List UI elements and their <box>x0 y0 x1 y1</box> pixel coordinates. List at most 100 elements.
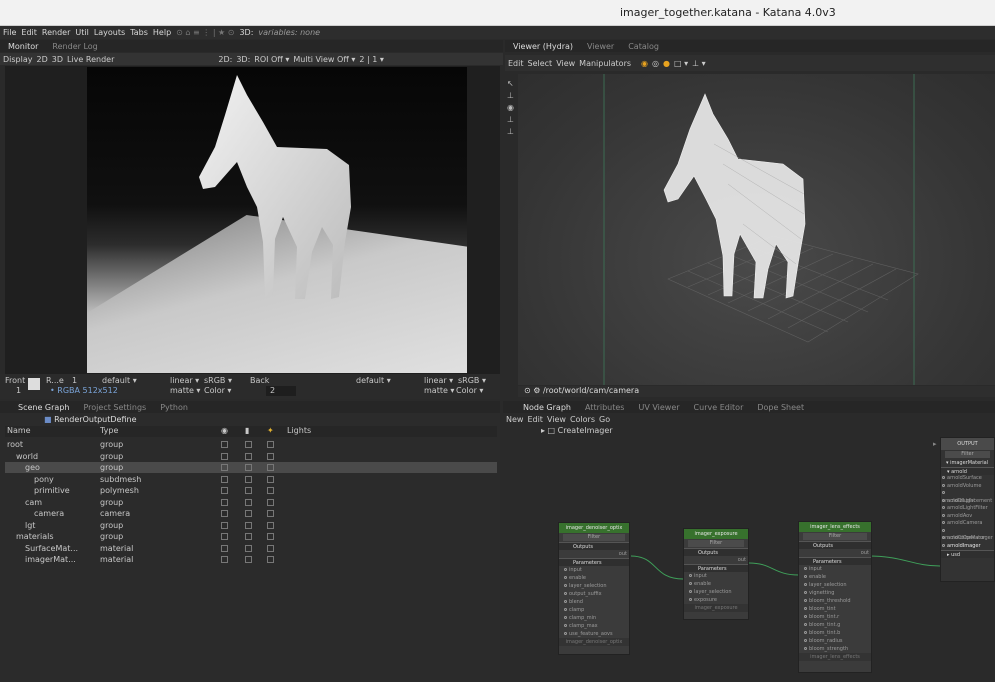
output-usd-section[interactable]: ▸ usd <box>941 550 994 558</box>
scenegraph-row[interactable]: imagerMat... material <box>5 554 497 565</box>
scenegraph-row[interactable]: pony subdmesh <box>5 474 497 485</box>
col-name[interactable]: Name <box>7 426 31 435</box>
srgb2-dropdown[interactable]: sRGB ▾ <box>458 376 486 385</box>
tab-project-settings[interactable]: Project Settings <box>83 403 146 412</box>
light-checkbox[interactable] <box>267 533 274 540</box>
node-param-port[interactable]: layer_selection <box>684 588 748 596</box>
node-out-port[interactable]: out <box>684 556 748 564</box>
tab-scene-graph[interactable]: Scene Graph <box>18 403 69 412</box>
scenegraph-row[interactable]: SurfaceMat... material <box>5 543 497 554</box>
scenegraph-row[interactable]: materials group <box>5 531 497 542</box>
node-param-port[interactable]: bloom_tint <box>799 605 871 613</box>
manip-dropdown-icon[interactable]: ⊥ ▾ <box>692 59 706 68</box>
menu-help[interactable]: Help <box>153 28 171 37</box>
pin-checkbox[interactable] <box>245 556 252 563</box>
node-filter[interactable]: Filter <box>688 540 744 547</box>
monitor-3d-toggle[interactable]: 3D: <box>236 55 250 64</box>
viewer-menu-view[interactable]: View <box>556 59 575 68</box>
menu-util[interactable]: Util <box>75 28 88 37</box>
visibility-checkbox[interactable] <box>221 452 228 460</box>
scenegraph-view-node[interactable]: ■ RenderOutputDefine <box>44 415 137 424</box>
output-port[interactable]: arnoldCamera <box>941 520 994 528</box>
node-param-port[interactable]: output_suffix <box>559 590 629 598</box>
viewport-3d-label[interactable]: 3D: <box>239 28 253 37</box>
node-params-section[interactable]: Parameters <box>559 558 629 566</box>
node-param-port[interactable]: clamp <box>559 606 629 614</box>
pin-checkbox[interactable] <box>245 441 252 448</box>
visibility-checkbox[interactable] <box>221 441 228 448</box>
node-filter[interactable]: Filter <box>803 533 867 540</box>
node-param-port[interactable]: bloom_tint.g <box>799 621 871 629</box>
light-checkbox[interactable] <box>267 487 274 494</box>
viewer-menu-select[interactable]: Select <box>528 59 553 68</box>
monitor-menu-live-render[interactable]: Live Render <box>67 55 114 64</box>
scenegraph-row[interactable]: primitive polymesh <box>5 485 497 496</box>
tab-viewer-hydra[interactable]: Viewer (Hydra) <box>513 42 573 51</box>
node-param-port[interactable]: layer_selection <box>799 581 871 589</box>
tab-viewer[interactable]: Viewer <box>587 42 614 51</box>
node-param-port[interactable]: bloom_threshold <box>799 597 871 605</box>
viewer-tool-column[interactable]: ↖ ⊥ ◉ ⊥ ⊥ <box>507 78 517 138</box>
scenegraph-row[interactable]: camera camera <box>5 508 497 519</box>
node-imager-denoiser-optix[interactable]: imager_denoiser_optix Filter Outputs out… <box>558 522 630 655</box>
visibility-checkbox[interactable] <box>221 521 228 529</box>
node-param-port[interactable]: input <box>559 566 629 574</box>
node-param-port[interactable]: bloom_tint.b <box>799 629 871 637</box>
tab-render-log[interactable]: Render Log <box>52 42 97 51</box>
visibility-checkbox[interactable] <box>221 498 228 506</box>
monitor-menu-display[interactable]: Display <box>3 55 33 64</box>
node-param-port[interactable]: bloom_strength <box>799 645 871 653</box>
light-checkbox[interactable] <box>267 521 274 529</box>
light-checkbox[interactable] <box>267 498 274 506</box>
back-frame-field[interactable]: 2 <box>266 386 296 396</box>
output-collapse-icon[interactable]: ▸ <box>933 440 937 448</box>
visibility-checkbox[interactable] <box>221 556 228 563</box>
node-out-port[interactable]: out <box>799 549 871 557</box>
color2-dropdown[interactable]: Color ▾ <box>456 386 483 395</box>
light-checkbox[interactable] <box>267 475 274 483</box>
pin-checkbox[interactable] <box>245 475 252 483</box>
node-imager-lens-effects[interactable]: imager_lens_effects Filter Outputs out P… <box>798 521 872 673</box>
node-param-port[interactable]: use_feature_aovs <box>559 630 629 638</box>
node-outputs-section[interactable]: Outputs <box>559 542 629 550</box>
srgb-dropdown[interactable]: sRGB ▾ <box>204 376 232 385</box>
pin-checkbox[interactable] <box>245 464 252 471</box>
node-params-section[interactable]: Parameters <box>799 557 871 565</box>
node-param-port[interactable]: enable <box>684 580 748 588</box>
pin-checkbox[interactable] <box>245 452 252 460</box>
node-param-port[interactable]: bloom_tint.r <box>799 613 871 621</box>
lut2-dropdown[interactable]: default ▾ <box>356 376 391 385</box>
node-param-port[interactable]: vignetting <box>799 589 871 597</box>
output-port[interactable]: arnoldLightFilter <box>941 505 994 513</box>
visibility-checkbox[interactable] <box>221 510 228 517</box>
menu-tabs[interactable]: Tabs <box>130 28 148 37</box>
visibility-checkbox[interactable] <box>221 464 228 471</box>
light-checkbox[interactable] <box>267 464 274 471</box>
linear2-dropdown[interactable]: linear ▾ <box>424 376 453 385</box>
scenegraph-row[interactable]: root group <box>5 439 497 450</box>
pin-checkbox[interactable] <box>245 533 252 540</box>
scenegraph-row[interactable]: lgt group <box>5 520 497 531</box>
tab-catalog[interactable]: Catalog <box>628 42 659 51</box>
output-port[interactable]: arnoldAov <box>941 513 994 521</box>
menu-edit[interactable]: Edit <box>21 28 37 37</box>
node-outputs-section[interactable]: Outputs <box>684 548 748 556</box>
light-checkbox[interactable] <box>267 441 274 448</box>
node-param-port[interactable]: blend <box>559 598 629 606</box>
pin-checkbox[interactable] <box>245 521 252 529</box>
pin-checkbox[interactable] <box>245 498 252 506</box>
col-type[interactable]: Type <box>100 426 118 435</box>
scenegraph-row[interactable]: geo group <box>5 462 497 473</box>
scenegraph-row[interactable]: world group <box>5 451 497 462</box>
lut-dropdown[interactable]: default ▾ <box>102 376 137 385</box>
light-checkbox[interactable] <box>267 452 274 460</box>
pin-checkbox[interactable] <box>245 487 252 494</box>
output-port[interactable]: arnoldVolume <box>941 483 994 491</box>
output-filter[interactable]: Filter <box>945 451 990 458</box>
node-param-port[interactable]: exposure <box>684 596 748 604</box>
camera-path-label[interactable]: /root/world/cam/camera <box>543 386 639 395</box>
matte-dropdown[interactable]: matte ▾ <box>170 386 200 395</box>
output-port[interactable]: arnoldColorManager <box>941 528 994 541</box>
monitor-menu-3d[interactable]: 3D <box>52 55 63 64</box>
roi-dropdown[interactable]: ROI Off ▾ <box>254 55 289 64</box>
